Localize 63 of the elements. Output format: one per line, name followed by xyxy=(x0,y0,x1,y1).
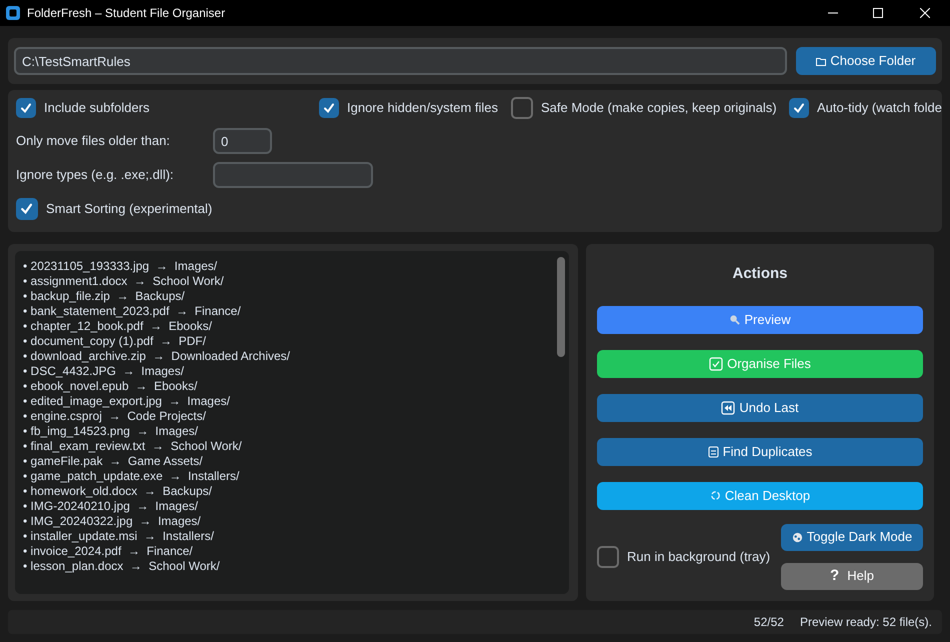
checkmark-icon xyxy=(20,102,32,114)
preview-line: • edited_image_export.jpg → Images/ xyxy=(23,394,231,409)
checkbox-icon xyxy=(709,356,724,370)
field-label: Only move files older than: xyxy=(16,132,171,150)
checked-checkbox[interactable] xyxy=(319,98,339,118)
preview-line: • game_patch_update.exe → Installers/ xyxy=(23,469,240,484)
checkbox[interactable] xyxy=(511,97,533,119)
status-message: Preview ready: 52 file(s). xyxy=(800,614,932,631)
preview-line: • lesson_plan.docx → School Work/ xyxy=(23,559,221,574)
preview-line: • download_archive.zip → Downloaded Archives/ xyxy=(23,349,292,364)
action-button[interactable]: Find Duplicates xyxy=(597,438,923,466)
checkmark-icon xyxy=(793,102,805,114)
preview-line: • 20231105_193333.jpg → Images/ xyxy=(23,259,218,274)
app-icon xyxy=(6,6,20,20)
preview-line: • final_exam_review.txt → School Work/ xyxy=(23,439,243,454)
field-input[interactable] xyxy=(213,162,373,188)
option-label: Include subfolders xyxy=(44,99,150,118)
action-button[interactable]: Preview xyxy=(597,306,923,334)
preview-line: • bank_statement_2023.pdf → Finance/ xyxy=(23,304,242,319)
folder-path-field[interactable]: C:\TestSmartRules xyxy=(14,47,787,75)
checkmark-icon xyxy=(323,102,335,114)
file-count: 52/52 xyxy=(754,614,784,631)
preview-line: • gameFile.pak → Game Assets/ xyxy=(23,454,204,469)
field-input[interactable]: 0 xyxy=(213,128,272,154)
option-label: Run in background (tray) xyxy=(627,548,770,566)
checked-checkbox[interactable] xyxy=(16,198,38,220)
preview-line: • engine.csproj → Code Projects/ xyxy=(23,409,207,424)
drawer-icon xyxy=(708,446,719,458)
rewind-icon xyxy=(721,400,736,414)
preview-line: • homework_old.docx → Backups/ xyxy=(23,484,213,499)
maximize-icon[interactable] xyxy=(873,8,883,18)
palette-icon xyxy=(792,532,803,542)
choose-folder-button[interactable]: Choose Folder xyxy=(796,47,936,75)
preview-line: • backup_file.zip → Backups/ xyxy=(23,289,186,304)
window-title: FolderFresh – Student File Organiser xyxy=(27,5,226,22)
preview-line: • assignment1.docx → School Work/ xyxy=(23,274,225,289)
scrollbar[interactable] xyxy=(557,257,565,357)
option-label: Safe Mode (make copies, keep originals) xyxy=(541,99,777,118)
preview-line: • IMG-20240210.jpg → Images/ xyxy=(23,499,199,514)
preview-line: • chapter_12_book.pdf → Ebooks/ xyxy=(23,319,213,334)
toggle-dark-mode-button[interactable]: Toggle Dark Mode xyxy=(781,524,923,550)
field-label: Ignore types (e.g. .exe;.dll): xyxy=(16,166,175,184)
preview-line: • fb_img_14523.png → Images/ xyxy=(23,424,199,439)
folder-icon xyxy=(816,56,826,66)
actions-title: Actions xyxy=(731,264,788,284)
preview-line: • DSC_4432.JPG → Images/ xyxy=(23,364,185,379)
preview-line: • IMG_20240322.jpg → Images/ xyxy=(23,514,202,529)
checkbox[interactable] xyxy=(597,546,619,568)
question-icon: ? xyxy=(830,564,840,588)
close-icon[interactable] xyxy=(920,8,930,18)
option-label: Smart Sorting (experimental) xyxy=(46,200,212,218)
checkmark-icon xyxy=(20,202,34,216)
checked-checkbox[interactable] xyxy=(789,98,809,118)
help-button[interactable]: ? Help xyxy=(781,562,923,590)
preview-line: • ebook_novel.epub → Ebooks/ xyxy=(23,379,198,394)
checked-checkbox[interactable] xyxy=(16,98,36,118)
magnifier-icon xyxy=(729,314,740,325)
action-button[interactable]: Undo Last xyxy=(597,394,923,422)
option-label: Auto-tidy (watch folde xyxy=(817,99,942,118)
preview-line: • installer_update.msi → Installers/ xyxy=(23,529,215,544)
preview-line: • document_copy (1).pdf → PDF/ xyxy=(23,334,207,349)
preview-line: • invoice_2024.pdf → Finance/ xyxy=(23,544,194,559)
option-label: Ignore hidden/system files xyxy=(347,99,498,118)
